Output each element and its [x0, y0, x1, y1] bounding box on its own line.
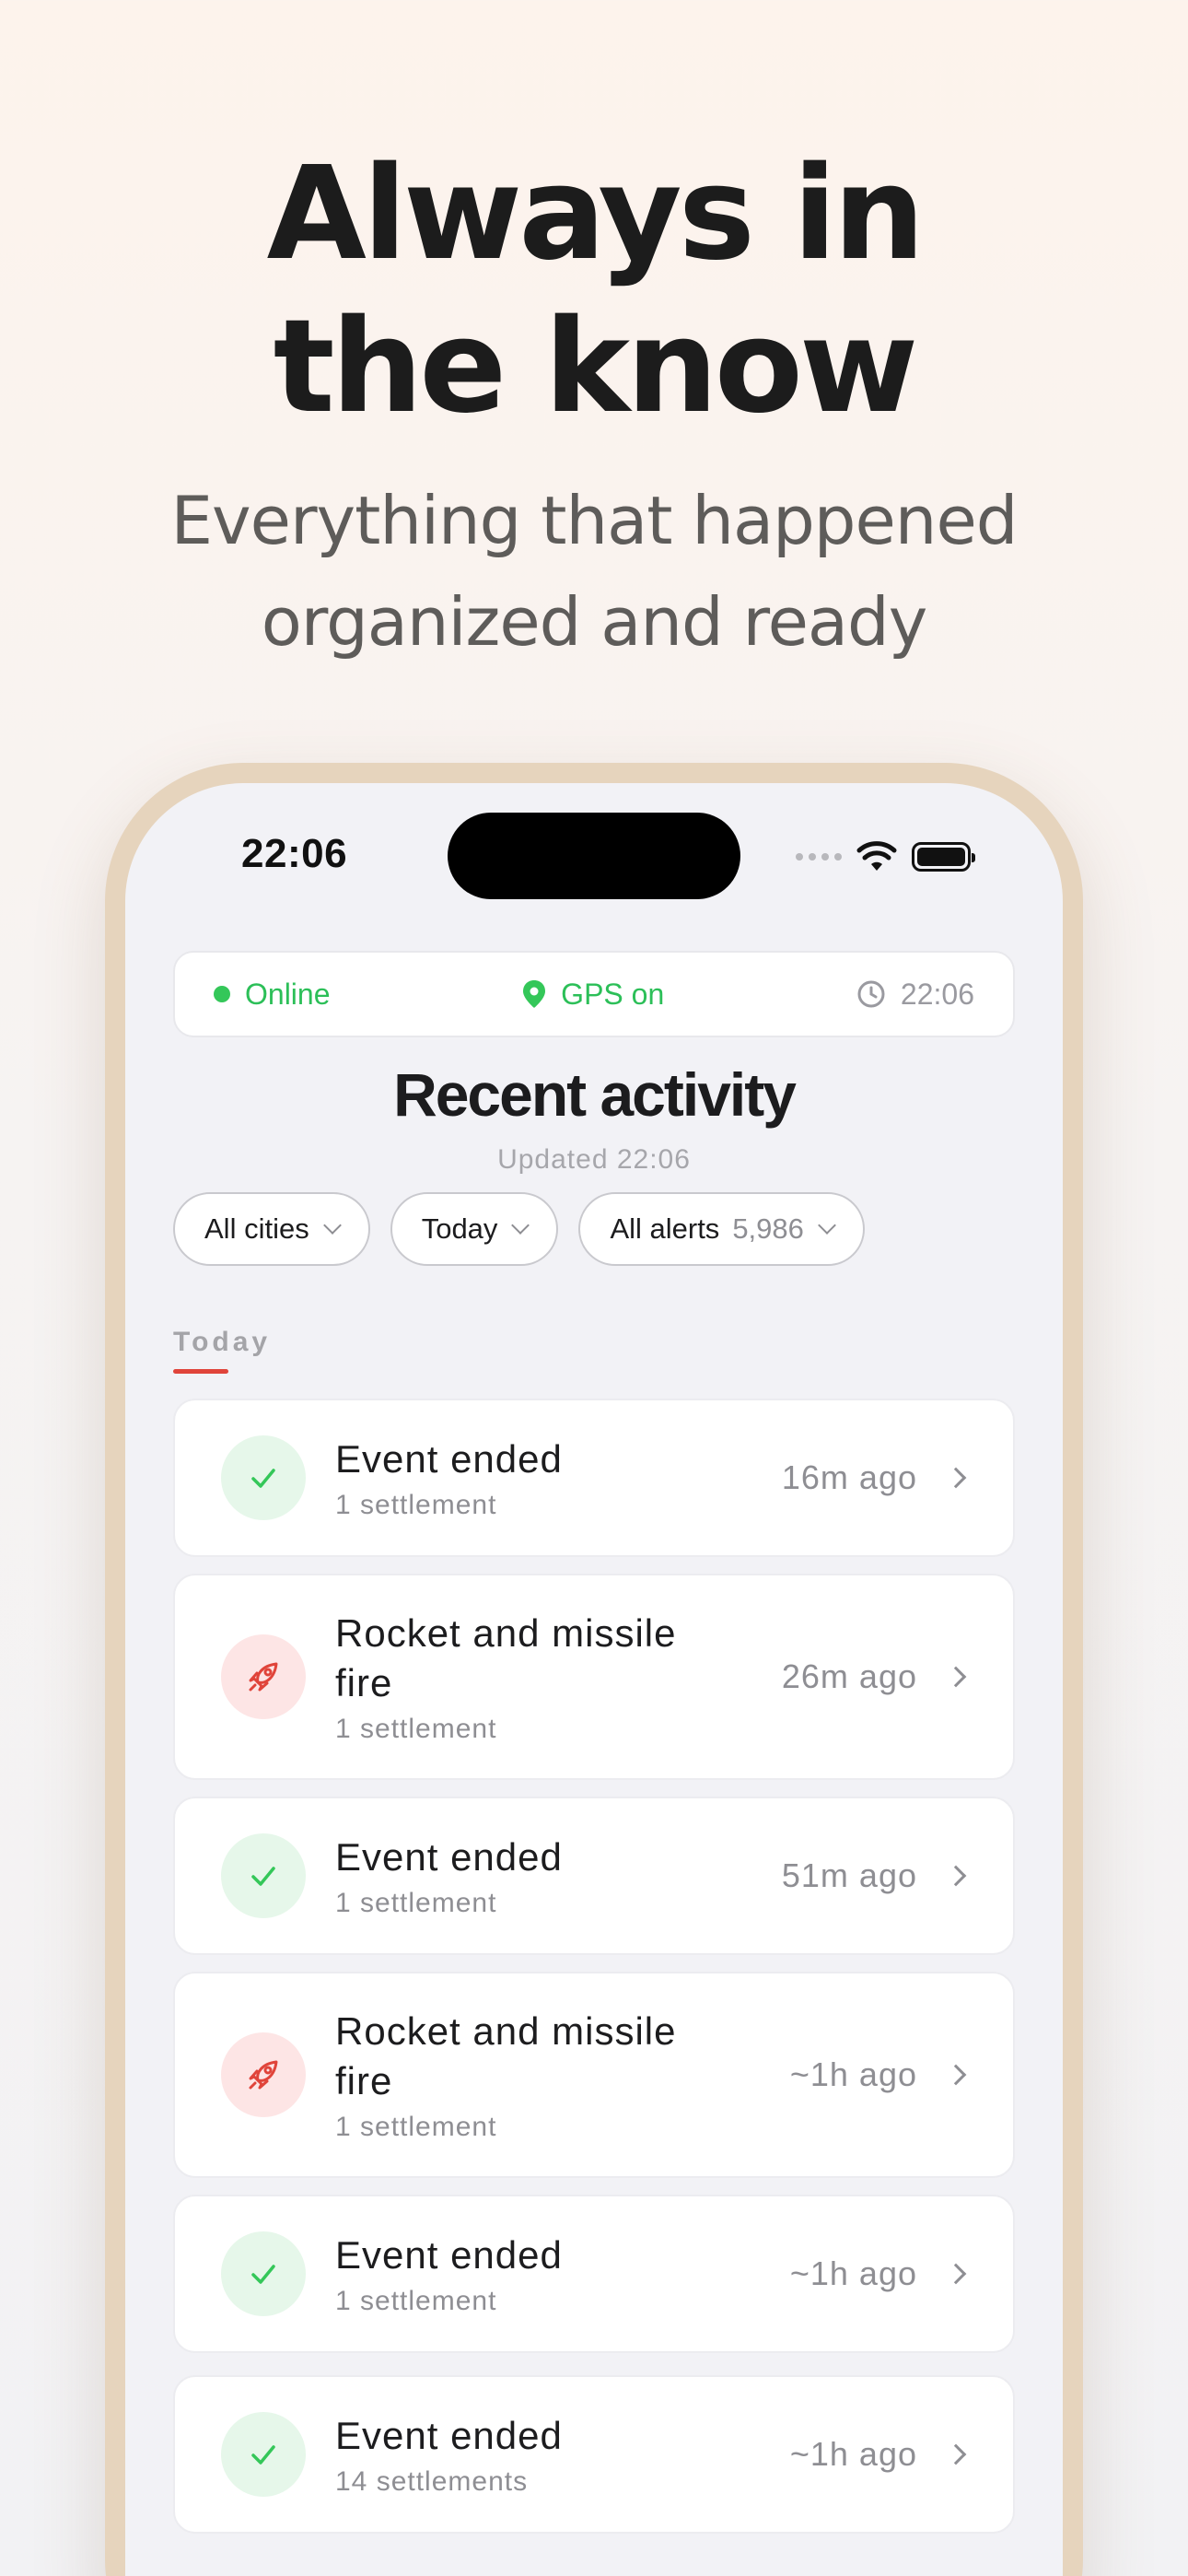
event-time: ~1h ago: [789, 2435, 917, 2473]
checkmark-icon: [221, 2231, 306, 2316]
event-settlements: 1 settlement: [335, 2112, 497, 2142]
wifi-icon: [856, 841, 897, 871]
event-time: 26m ago: [781, 1657, 917, 1695]
gps-label: GPS on: [561, 977, 665, 1011]
event-title: Event ended: [335, 1437, 563, 1481]
event-title: Event ended: [335, 2414, 563, 2457]
checkmark-icon: [221, 2412, 306, 2497]
dynamic-island: [448, 813, 740, 899]
status-bar-indicators: [796, 838, 975, 875]
checkmark-icon: [221, 1833, 306, 1918]
online-status: Online: [214, 978, 331, 1012]
chevron-right-icon: [945, 2064, 967, 2086]
event-card[interactable]: Event ended 1 settlement ~1h ago: [173, 2195, 1015, 2353]
event-time: ~1h ago: [789, 2055, 917, 2093]
online-label: Online: [245, 977, 331, 1011]
event-card[interactable]: Event ended 1 settlement 16m ago: [173, 1399, 1015, 1557]
event-time: 16m ago: [781, 1458, 917, 1496]
event-text: Event ended 1 settlement: [335, 1832, 782, 1919]
updated-timestamp: Updated 22:06: [497, 1144, 691, 1175]
filter-date[interactable]: Today: [390, 1192, 559, 1266]
chevron-right-icon: [945, 1865, 967, 1887]
hero-subtitle: Everything that happened organized and r…: [0, 470, 1188, 673]
filter-alerts-label: All alerts: [610, 1212, 720, 1245]
event-settlements: 1 settlement: [335, 1888, 497, 1918]
online-dot-icon: [214, 986, 230, 1002]
event-title: Rocket and missile fire: [335, 1611, 677, 1704]
event-text: Event ended 1 settlement: [335, 2231, 790, 2317]
event-time: 51m ago: [781, 1856, 917, 1894]
event-settlements: 1 settlement: [335, 1714, 497, 1744]
filter-cities-label: All cities: [204, 1212, 309, 1245]
chevron-right-icon: [945, 1467, 967, 1489]
cellular-signal-icon: [796, 853, 842, 861]
event-time: ~1h ago: [789, 2254, 917, 2292]
status-bar-time: 22:06: [241, 831, 348, 876]
hero-subtitle-line2: organized and ready: [261, 583, 928, 661]
rocket-icon: [221, 2032, 306, 2117]
filter-alerts[interactable]: All alerts 5,986: [578, 1192, 865, 1266]
hero-subtitle-line1: Everything that happened: [170, 482, 1019, 559]
filter-cities[interactable]: All cities: [173, 1192, 370, 1266]
battery-icon: [912, 842, 975, 872]
hero-title: Always in the know: [0, 138, 1188, 444]
filter-bar: All cities Today All alerts 5,986: [173, 1192, 865, 1266]
event-title: Event ended: [335, 2233, 563, 2277]
rocket-icon: [221, 1634, 306, 1719]
event-card[interactable]: Rocket and missile fire 1 settlement ~1h a…: [173, 1972, 1015, 2178]
chevron-right-icon: [945, 1666, 967, 1688]
event-card[interactable]: Event ended 14 settlements ~1h ago: [173, 2375, 1015, 2534]
location-pin-icon: [523, 980, 546, 1008]
event-card[interactable]: Event ended 1 settlement 51m ago: [173, 1797, 1015, 1955]
chevron-right-icon: [945, 2443, 967, 2465]
event-settlements: 1 settlement: [335, 2286, 497, 2316]
chevron-down-icon: [817, 1216, 836, 1235]
event-text: Event ended 1 settlement: [335, 1434, 782, 1521]
last-sync-time: 22:06: [856, 978, 974, 1012]
clock-label: 22:06: [900, 977, 974, 1011]
chevron-down-icon: [511, 1216, 530, 1235]
connection-status-bar: Online GPS on 22:06: [173, 951, 1015, 1037]
filter-date-label: Today: [421, 1212, 498, 1245]
filter-alerts-count: 5,986: [732, 1212, 804, 1245]
section-underline: [173, 1369, 228, 1374]
event-title: Event ended: [335, 1835, 563, 1879]
event-card[interactable]: Rocket and missile fire 1 settlement 26m a…: [173, 1574, 1015, 1780]
event-settlements: 1 settlement: [335, 1490, 497, 1520]
chevron-down-icon: [322, 1216, 342, 1235]
section-header-today: Today: [173, 1327, 272, 1357]
phone-screen: 22:06 Online GPS on 22:06 Recent activit…: [125, 783, 1063, 2576]
clock-icon: [857, 980, 885, 1008]
checkmark-icon: [221, 1435, 306, 1520]
event-text: Rocket and missile fire 1 settlement: [335, 1609, 782, 1745]
hero-title-line2: the know: [273, 292, 919, 442]
event-title: Rocket and missile fire: [335, 2009, 677, 2102]
event-text: Rocket and missile fire 1 settlement: [335, 2007, 790, 2143]
hero-title-line1: Always in: [266, 139, 926, 289]
gps-status: GPS on: [522, 978, 664, 1012]
page-title: Recent activity: [393, 1060, 797, 1129]
event-settlements: 14 settlements: [335, 2466, 529, 2497]
chevron-right-icon: [945, 2263, 967, 2285]
event-text: Event ended 14 settlements: [335, 2411, 790, 2498]
